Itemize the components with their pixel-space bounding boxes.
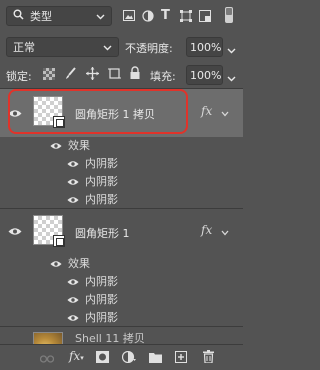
link-icon[interactable] xyxy=(39,353,55,366)
fill-label: 填充: xyxy=(150,70,176,83)
chevron-down-icon xyxy=(96,10,105,23)
circle-filter-icon[interactable] xyxy=(142,10,154,25)
bottom-toolbar: fx▾ xyxy=(0,344,243,370)
adjustment-icon[interactable] xyxy=(121,350,136,366)
transform-filter-icon[interactable] xyxy=(180,10,192,25)
layer-name[interactable]: 圆角矩形 1 xyxy=(75,225,130,241)
new-layer-icon[interactable] xyxy=(175,351,187,366)
opacity-value: 100% xyxy=(190,40,222,54)
mask-icon[interactable] xyxy=(96,351,109,366)
eye-icon[interactable] xyxy=(8,227,22,236)
eye-icon[interactable] xyxy=(50,258,62,271)
trash-icon[interactable] xyxy=(203,350,214,366)
lock-artboard-icon[interactable] xyxy=(108,67,121,83)
lock-transparent-icon[interactable] xyxy=(43,68,55,80)
fill-value: 100% xyxy=(190,68,222,82)
eye-icon[interactable] xyxy=(50,140,62,153)
eye-icon[interactable] xyxy=(67,176,79,189)
type-filter-icon[interactable]: T xyxy=(161,8,170,23)
image-filter-icon[interactable] xyxy=(123,10,135,24)
effects-label: 效果 xyxy=(68,139,90,152)
eye-icon[interactable] xyxy=(67,294,79,307)
filter-kind-select[interactable]: 类型 xyxy=(6,6,112,26)
chevron-down-icon xyxy=(103,41,112,54)
smart-object-filter-icon[interactable] xyxy=(199,10,211,25)
eye-icon[interactable] xyxy=(67,312,79,325)
layer-thumbnail xyxy=(33,215,65,247)
lock-label: 锁定: xyxy=(6,70,32,83)
effect-item: 内阴影 xyxy=(85,193,118,206)
eye-icon[interactable] xyxy=(67,194,79,207)
effects-label: 效果 xyxy=(68,257,90,270)
lock-paint-icon[interactable] xyxy=(65,67,77,83)
fill-field[interactable]: 100% xyxy=(186,65,223,85)
blend-mode-value: 正常 xyxy=(13,41,35,54)
effect-item: 内阴影 xyxy=(85,311,118,324)
eye-icon[interactable] xyxy=(67,158,79,171)
chevron-down-icon[interactable] xyxy=(227,44,236,57)
effect-item: 内阴影 xyxy=(85,293,118,306)
lock-move-icon[interactable] xyxy=(86,67,99,83)
fx-icon[interactable]: fx xyxy=(201,223,212,237)
effect-item: 内阴影 xyxy=(85,175,118,188)
chevron-down-icon[interactable] xyxy=(227,72,236,85)
fx-icon[interactable]: fx xyxy=(201,104,212,118)
lock-all-icon[interactable] xyxy=(130,66,140,83)
fx-icon[interactable]: fx▾ xyxy=(69,349,84,363)
chevron-down-icon[interactable] xyxy=(221,108,229,121)
folder-icon[interactable] xyxy=(149,352,162,366)
blend-mode-select[interactable]: 正常 xyxy=(6,37,119,57)
search-icon xyxy=(13,9,24,23)
shape-layer-badge xyxy=(53,235,65,247)
opacity-label: 不透明度: xyxy=(125,42,173,55)
highlight-outline xyxy=(8,89,188,134)
effect-item: 内阴影 xyxy=(85,157,118,170)
effect-item: 内阴影 xyxy=(85,275,118,288)
eye-icon[interactable] xyxy=(67,276,79,289)
opacity-field[interactable]: 100% xyxy=(186,37,223,57)
chevron-down-icon[interactable] xyxy=(221,227,229,240)
filter-kind-label: 类型 xyxy=(30,10,52,23)
toggle-filter-icon[interactable] xyxy=(225,7,233,23)
